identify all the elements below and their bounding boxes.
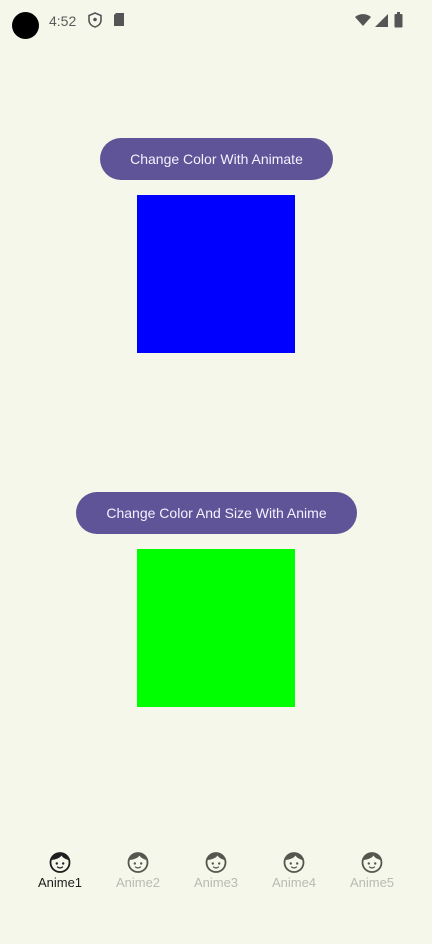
signal-icon [375, 14, 388, 27]
camera-cutout [12, 12, 39, 39]
status-time: 4:52 [49, 13, 77, 29]
nav-label: Anime4 [271, 875, 317, 890]
face-icon [361, 852, 383, 873]
battery-icon [394, 12, 403, 28]
bottom-navigation: Anime1 Anime2 Anime3 Anime4 Anime5 [0, 844, 432, 900]
animated-color-size-box [137, 549, 295, 707]
status-bar: 4:52 [0, 0, 432, 44]
animated-color-box [137, 195, 295, 353]
shield-icon [88, 12, 102, 28]
face-icon [127, 852, 149, 873]
nav-item-anime2[interactable]: Anime2 [95, 850, 181, 898]
nav-label: Anime5 [349, 875, 395, 890]
change-color-animate-button[interactable]: Change Color With Animate [100, 138, 333, 180]
nav-item-anime5[interactable]: Anime5 [329, 850, 415, 898]
face-icon [49, 852, 71, 873]
nav-label: Anime3 [193, 875, 239, 890]
change-color-size-animate-button[interactable]: Change Color And Size With Anime [76, 492, 357, 534]
nav-item-anime1[interactable]: Anime1 [17, 850, 103, 898]
face-icon [283, 852, 305, 873]
sd-card-icon [114, 13, 124, 26]
nav-label: Anime2 [115, 875, 161, 890]
wifi-icon [355, 14, 371, 26]
nav-item-anime3[interactable]: Anime3 [173, 850, 259, 898]
face-icon [205, 852, 227, 873]
nav-label: Anime1 [37, 875, 83, 890]
nav-item-anime4[interactable]: Anime4 [251, 850, 337, 898]
